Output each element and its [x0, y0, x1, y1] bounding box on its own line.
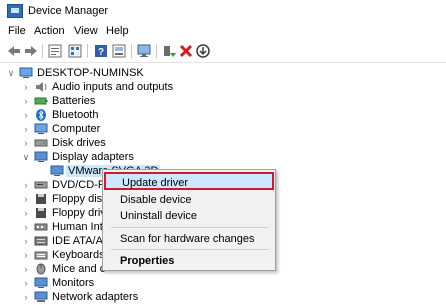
- menu-bar: File Action View Help: [0, 22, 446, 40]
- menu-file[interactable]: File: [8, 25, 26, 37]
- tree-item-monitors[interactable]: › Monitors: [0, 277, 446, 291]
- uninstall-device-menu-item[interactable]: Uninstall device: [104, 207, 274, 225]
- title-bar: Device Manager: [0, 0, 446, 23]
- expand-arrow-icon[interactable]: ›: [22, 194, 30, 204]
- toolbar-separator: [156, 44, 157, 58]
- tree-item-batteries[interactable]: › Batteries: [0, 95, 446, 109]
- floppy-icon: [34, 193, 48, 205]
- tree-item-audio[interactable]: › Audio inputs and outputs: [0, 81, 446, 95]
- toolbar-separator: [87, 44, 88, 58]
- tree-item-label: Batteries: [52, 95, 96, 107]
- menu-action[interactable]: Action: [34, 25, 65, 37]
- expand-arrow-icon[interactable]: ›: [22, 180, 30, 190]
- view-icon[interactable]: [67, 43, 83, 59]
- scan-monitor-icon[interactable]: [136, 43, 152, 59]
- menu-view[interactable]: View: [74, 25, 98, 37]
- download-icon[interactable]: [195, 43, 211, 59]
- monitor-icon: [34, 277, 48, 289]
- svg-text:?: ?: [98, 47, 104, 58]
- menu-separator: [111, 227, 269, 228]
- help-icon[interactable]: ?: [93, 43, 109, 59]
- menu-item-label: Update driver: [122, 177, 189, 189]
- forward-icon[interactable]: [23, 43, 39, 59]
- keyboard-icon: [34, 249, 48, 261]
- floppy-icon: [34, 207, 48, 219]
- tree-item-label: Computer: [52, 123, 101, 135]
- tree-item-computer[interactable]: › Computer: [0, 123, 446, 137]
- update-driver-menu-item[interactable]: Update driver: [104, 172, 274, 190]
- tree-item-label: IDE ATA/A: [52, 235, 103, 247]
- tree-root-label: DESKTOP-NUMINSK: [37, 67, 144, 79]
- ide-icon: [34, 235, 48, 247]
- properties-icon[interactable]: [47, 43, 63, 59]
- dvd-icon: [34, 179, 48, 191]
- update-driver-icon[interactable]: [161, 43, 177, 59]
- menu-item-label: Uninstall device: [120, 210, 198, 222]
- expand-arrow-icon[interactable]: ›: [22, 278, 30, 288]
- menu-item-label: Disable device: [120, 194, 192, 206]
- tree-item-disk-drives[interactable]: › Disk drives: [0, 137, 446, 151]
- battery-icon: [34, 95, 48, 107]
- menu-item-label: Properties: [120, 255, 175, 267]
- expand-arrow-icon[interactable]: ›: [22, 236, 30, 246]
- expand-arrow-icon[interactable]: ›: [22, 292, 30, 302]
- expand-arrow-icon[interactable]: ›: [22, 222, 30, 232]
- tree-item-display-adapters[interactable]: ∨ Display adapters: [0, 151, 446, 165]
- collapse-arrow-icon[interactable]: ∨: [22, 152, 30, 162]
- show-hidden-icon[interactable]: [111, 43, 127, 59]
- tree-item-label: Floppy driv: [52, 207, 106, 219]
- disk-icon: [34, 137, 48, 149]
- expand-arrow-icon[interactable]: ›: [22, 208, 30, 218]
- tree-item-label: Display adapters: [52, 151, 134, 163]
- tree-item-label: Bluetooth: [52, 109, 99, 121]
- tree-item-label: Disk drives: [52, 137, 106, 149]
- expand-arrow-icon[interactable]: ›: [22, 264, 30, 274]
- menu-item-label: Scan for hardware changes: [120, 233, 255, 245]
- speaker-icon: [34, 81, 48, 93]
- tree-item-label: Human Int: [52, 221, 103, 233]
- context-menu: Update driver Disable device Uninstall d…: [102, 169, 276, 271]
- tree-item-label: Keyboards: [52, 249, 105, 261]
- hid-icon: [34, 221, 48, 233]
- bluetooth-icon: [34, 109, 48, 121]
- uninstall-icon[interactable]: [178, 43, 194, 59]
- menu-separator: [111, 249, 269, 250]
- menu-help[interactable]: Help: [106, 25, 129, 37]
- back-icon[interactable]: [6, 43, 22, 59]
- tree-root[interactable]: ∨ DESKTOP-NUMINSK: [0, 67, 446, 81]
- tree-item-label: Mice and o: [52, 263, 106, 275]
- toolbar-separator: [42, 44, 43, 58]
- expand-arrow-icon[interactable]: ›: [22, 96, 30, 106]
- collapse-arrow-icon[interactable]: ∨: [7, 68, 15, 78]
- device-manager-window: Device Manager File Action View Help ? ∨…: [0, 0, 446, 303]
- tree-item-label: Monitors: [52, 277, 95, 289]
- device-manager-icon: [7, 4, 23, 18]
- mouse-icon: [34, 263, 48, 275]
- tree-item-network[interactable]: › Network adapters: [0, 291, 446, 305]
- tree-item-label: Audio inputs and outputs: [52, 81, 174, 93]
- expand-arrow-icon[interactable]: ›: [22, 82, 30, 92]
- tree-item-label: Floppy dis: [52, 193, 103, 205]
- expand-arrow-icon[interactable]: ›: [22, 124, 30, 134]
- tree-item-label: Network adapters: [52, 291, 139, 303]
- computer-icon: [34, 123, 48, 135]
- computer-icon: [19, 67, 33, 79]
- properties-menu-item[interactable]: Properties: [104, 252, 274, 270]
- toolbar-separator: [131, 44, 132, 58]
- toolbar: ?: [0, 40, 446, 63]
- display-icon: [50, 165, 64, 177]
- display-icon: [34, 151, 48, 163]
- tree-item-label: DVD/CD-R: [52, 179, 106, 191]
- window-title: Device Manager: [28, 5, 109, 17]
- network-icon: [34, 291, 48, 303]
- scan-hardware-menu-item[interactable]: Scan for hardware changes: [104, 230, 274, 248]
- expand-arrow-icon[interactable]: ›: [22, 250, 30, 260]
- expand-arrow-icon[interactable]: ›: [22, 138, 30, 148]
- tree-item-bluetooth[interactable]: › Bluetooth: [0, 109, 446, 123]
- expand-arrow-icon[interactable]: ›: [22, 110, 30, 120]
